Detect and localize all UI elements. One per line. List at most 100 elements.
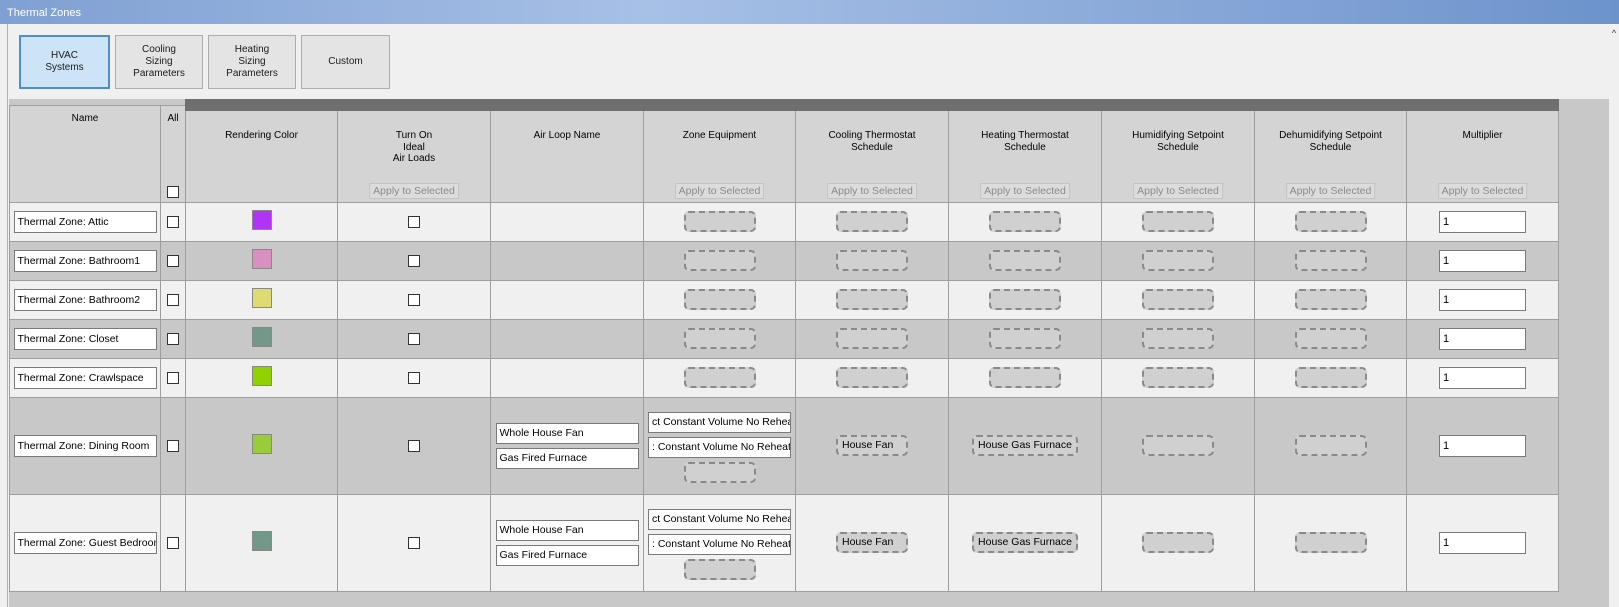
ideal-air-loads-checkbox[interactable]: [408, 215, 420, 228]
apply-multiplier-button[interactable]: Apply to Selected: [1437, 183, 1528, 199]
humidifying-setpoint-dropzone[interactable]: [1142, 250, 1214, 271]
row-select-checkbox[interactable]: [167, 332, 179, 345]
dehumidifying-setpoint-dropzone[interactable]: [1294, 328, 1367, 349]
apply-heating-thermostat-button[interactable]: Apply to Selected: [980, 183, 1070, 199]
zone-equipment-item[interactable]: ct Constant Volume No Reheat 1: [648, 412, 791, 433]
tab-custom[interactable]: Custom: [301, 35, 390, 89]
dehumidifying-setpoint-dropzone[interactable]: [1294, 250, 1367, 271]
humidifying-setpoint-cell: [1101, 357, 1255, 398]
apply-zone-equipment-button[interactable]: Apply to Selected: [674, 183, 765, 199]
ideal-air-loads-checkbox[interactable]: [408, 536, 420, 549]
ideal-air-loads-cell: [337, 396, 491, 495]
dehumidifying-setpoint-dropzone[interactable]: [1294, 532, 1367, 553]
humidifying-setpoint-dropzone[interactable]: [1142, 289, 1214, 310]
zone-equipment-item[interactable]: ct Constant Volume No Reheat 2: [648, 509, 791, 530]
multiplier-field[interactable]: 1: [1439, 366, 1526, 389]
cooling-thermostat-dropzone[interactable]: [836, 289, 908, 310]
humidifying-setpoint-dropzone[interactable]: [1142, 211, 1214, 232]
tab-cooling-sizing[interactable]: Cooling Sizing Parameters: [115, 35, 203, 89]
zone-name-field[interactable]: Thermal Zone: Closet: [13, 327, 157, 350]
zone-name-field[interactable]: Thermal Zone: Bathroom1: [13, 249, 157, 272]
heating-thermostat-dropzone[interactable]: House Gas Furnace: [972, 532, 1078, 553]
humidifying-setpoint-dropzone[interactable]: [1142, 328, 1214, 349]
zone-equipment-dropzone[interactable]: [683, 367, 756, 388]
rendering-color-swatch[interactable]: [251, 210, 272, 230]
scroll-up-icon[interactable]: ^: [1609, 26, 1619, 40]
heating-thermostat-cell: [948, 279, 1102, 320]
row-select-checkbox[interactable]: [167, 371, 179, 384]
ideal-air-loads-checkbox[interactable]: [408, 439, 420, 452]
zone-name-cell: Thermal Zone: Bathroom2: [9, 279, 161, 320]
zone-equipment-item[interactable]: : Constant Volume No Reheat 11: [648, 437, 791, 458]
apply-dehumidifying-setpoint-button[interactable]: Apply to Selected: [1285, 183, 1376, 199]
zone-name-field[interactable]: Thermal Zone: Bathroom2: [13, 288, 157, 311]
multiplier-field[interactable]: 1: [1439, 210, 1526, 233]
zone-equipment-item[interactable]: : Constant Volume No Reheat 10: [648, 534, 791, 555]
multiplier-field[interactable]: 1: [1439, 288, 1526, 311]
cooling-thermostat-dropzone[interactable]: [836, 367, 908, 388]
rendering-color-swatch[interactable]: [251, 366, 272, 386]
multiplier-field[interactable]: 1: [1439, 434, 1526, 457]
ideal-air-loads-checkbox[interactable]: [408, 371, 420, 384]
rendering-color-swatch[interactable]: [251, 288, 272, 308]
rendering-color-swatch[interactable]: [251, 531, 272, 551]
cooling-thermostat-dropzone[interactable]: House Fan: [836, 532, 908, 553]
humidifying-setpoint-dropzone[interactable]: [1142, 367, 1214, 388]
zone-name-field[interactable]: Thermal Zone: Attic: [13, 210, 157, 233]
heating-thermostat-dropzone[interactable]: [989, 328, 1061, 349]
apply-humidifying-setpoint-button[interactable]: Apply to Selected: [1133, 183, 1223, 199]
humidifying-setpoint-dropzone[interactable]: [1142, 435, 1214, 456]
air-loop-item[interactable]: Gas Fired Furnace: [495, 447, 639, 469]
zone-equipment-dropzone[interactable]: [683, 211, 756, 232]
ideal-air-loads-checkbox[interactable]: [408, 293, 420, 306]
select-all-checkbox[interactable]: [167, 185, 179, 198]
dehumidifying-setpoint-dropzone[interactable]: [1294, 211, 1367, 232]
rendering-color-swatch[interactable]: [251, 249, 272, 269]
row-select-checkbox[interactable]: [167, 293, 179, 306]
tab-heating-sizing[interactable]: Heating Sizing Parameters: [208, 35, 296, 89]
rendering-color-swatch[interactable]: [251, 327, 272, 347]
rendering-color-swatch[interactable]: [251, 434, 272, 454]
multiplier-field[interactable]: 1: [1439, 327, 1526, 350]
heating-thermostat-dropzone[interactable]: [989, 289, 1061, 310]
header-air-loop-name: Air Loop Name: [490, 99, 644, 203]
dehumidifying-setpoint-dropzone[interactable]: [1294, 435, 1367, 456]
humidifying-setpoint-dropzone[interactable]: [1142, 532, 1214, 553]
zone-equipment-dropzone[interactable]: [683, 559, 756, 580]
air-loop-item[interactable]: Gas Fired Furnace: [495, 544, 639, 566]
multiplier-field[interactable]: 1: [1439, 249, 1526, 272]
zone-equipment-dropzone[interactable]: [683, 462, 756, 483]
rendering-color-cell: [185, 201, 338, 242]
row-select-checkbox[interactable]: [167, 536, 179, 549]
zone-name-field[interactable]: Thermal Zone: Crawlspace: [13, 366, 157, 389]
row-select-checkbox[interactable]: [167, 439, 179, 452]
heating-thermostat-dropzone[interactable]: House Gas Furnace: [972, 435, 1078, 456]
ideal-air-loads-checkbox[interactable]: [408, 254, 420, 267]
select-cell: [160, 357, 186, 398]
cooling-thermostat-dropzone[interactable]: [836, 250, 908, 271]
cooling-thermostat-dropzone[interactable]: [836, 211, 908, 232]
tab-hvac-systems[interactable]: HVAC Systems: [19, 35, 110, 89]
cooling-thermostat-dropzone[interactable]: [836, 328, 908, 349]
multiplier-field[interactable]: 1: [1439, 531, 1526, 554]
zone-equipment-dropzone[interactable]: [683, 289, 756, 310]
header-rendering-color: Rendering Color: [185, 99, 338, 203]
zone-equipment-dropzone[interactable]: [683, 250, 756, 271]
cooling-thermostat-dropzone[interactable]: House Fan: [836, 435, 908, 456]
heating-thermostat-dropzone[interactable]: [989, 250, 1061, 271]
row-select-checkbox[interactable]: [167, 254, 179, 267]
air-loop-item[interactable]: Whole House Fan: [495, 519, 639, 541]
zone-name-field[interactable]: Thermal Zone: Dining Room: [13, 434, 157, 457]
row-select-checkbox[interactable]: [167, 215, 179, 228]
apply-ideal-air-loads-button[interactable]: Apply to Selected: [369, 183, 459, 199]
air-loop-item[interactable]: Whole House Fan: [495, 422, 639, 444]
zone-equipment-dropzone[interactable]: [683, 328, 756, 349]
zone-name-field[interactable]: Thermal Zone: Guest Bedroom: [13, 531, 157, 554]
dehumidifying-setpoint-dropzone[interactable]: [1294, 367, 1367, 388]
header-ideal-air-loads: Turn On Ideal Air Loads Apply to Selecte…: [337, 99, 491, 203]
heating-thermostat-dropzone[interactable]: [989, 211, 1061, 232]
apply-cooling-thermostat-button[interactable]: Apply to Selected: [827, 183, 917, 199]
ideal-air-loads-checkbox[interactable]: [408, 332, 420, 345]
dehumidifying-setpoint-dropzone[interactable]: [1294, 289, 1367, 310]
heating-thermostat-dropzone[interactable]: [989, 367, 1061, 388]
